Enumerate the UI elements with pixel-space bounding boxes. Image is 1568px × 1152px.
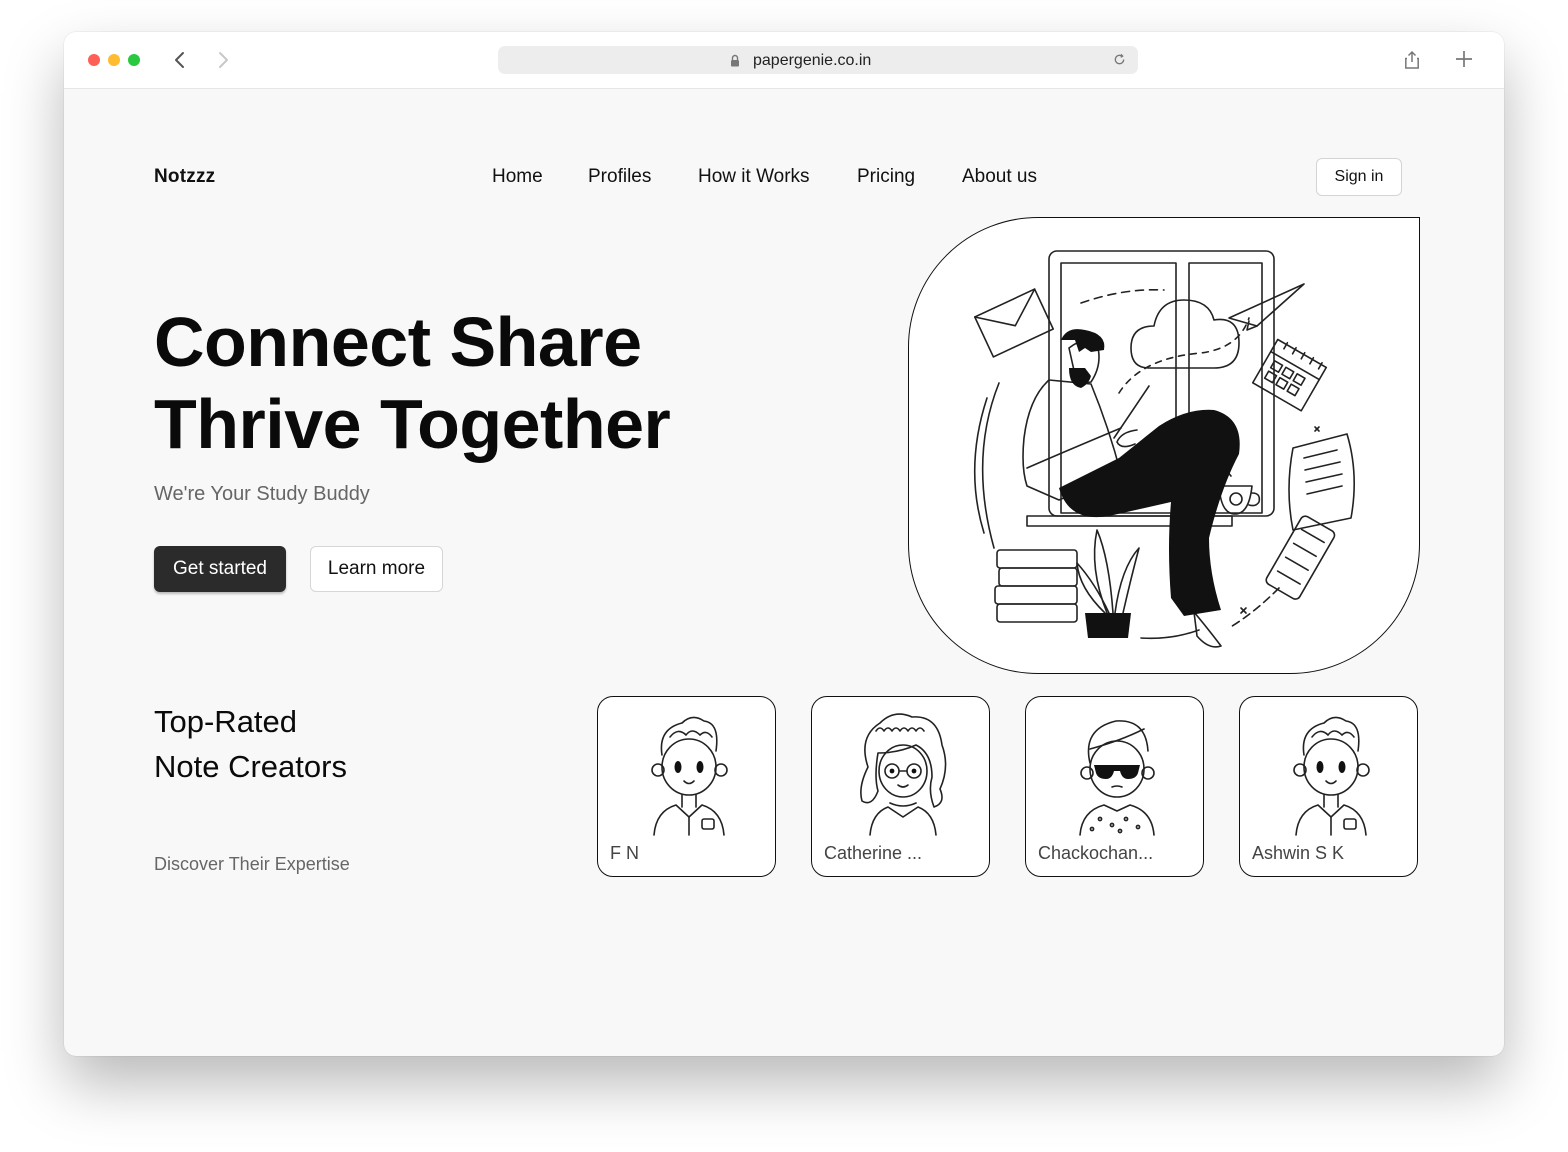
forward-button[interactable] <box>211 48 235 72</box>
creators-title-line-1: Top-Rated <box>154 704 298 739</box>
creator-card[interactable]: F N <box>597 696 776 877</box>
chevron-left-icon <box>175 52 184 68</box>
creator-card[interactable]: Ashwin S K <box>1239 696 1418 877</box>
new-tab-icon[interactable] <box>1455 50 1473 68</box>
nav-link-about-us[interactable]: About us <box>962 166 1037 188</box>
creator-card[interactable]: Chackochan... <box>1025 696 1204 877</box>
page-content: Notzzz Home Profiles How it Works Pricin… <box>64 89 1504 1056</box>
minimize-window-button[interactable] <box>108 54 120 66</box>
sunglasses-avatar-icon <box>1079 720 1155 836</box>
get-started-button[interactable]: Get started <box>154 546 286 592</box>
chevron-right-icon <box>219 52 228 68</box>
hero-subtitle: We're Your Study Buddy <box>154 483 370 505</box>
browser-window: papergenie.co.in Notzzz Home Profiles Ho… <box>64 32 1504 1056</box>
hero-title-line-1: Connect Share <box>154 303 642 381</box>
hero-title: Connect Share Thrive Together <box>154 301 671 465</box>
person-at-window-illustration <box>973 250 1355 648</box>
nav-link-profiles[interactable]: Profiles <box>588 166 651 188</box>
maximize-window-button[interactable] <box>128 54 140 66</box>
creator-name: Chackochan... <box>1038 843 1154 863</box>
browser-toolbar: papergenie.co.in <box>64 32 1504 89</box>
creators-subtitle: Discover Their Expertise <box>154 854 350 874</box>
nav-link-pricing[interactable]: Pricing <box>857 166 915 188</box>
reload-icon[interactable] <box>1113 53 1126 66</box>
sign-in-button[interactable]: Sign in <box>1316 158 1402 196</box>
lock-icon <box>731 54 739 67</box>
curly-hair-glasses-avatar-icon <box>860 713 947 836</box>
hero-illustration <box>908 217 1420 674</box>
boy-avatar-icon <box>651 716 728 836</box>
creator-card[interactable]: Catherine ... <box>811 696 990 877</box>
brand-logo[interactable]: Notzzz <box>154 166 215 188</box>
nav-link-how-it-works[interactable]: How it Works <box>698 166 810 188</box>
creator-name: F N <box>610 843 639 863</box>
url-text: papergenie.co.in <box>753 52 872 69</box>
back-button[interactable] <box>168 48 192 72</box>
share-icon[interactable] <box>1404 50 1420 70</box>
creator-name: Ashwin S K <box>1252 843 1345 863</box>
hero-title-line-2: Thrive Together <box>154 385 671 463</box>
creators-title: Top-Rated Note Creators <box>154 699 347 789</box>
address-bar[interactable]: papergenie.co.in <box>498 46 1138 74</box>
learn-more-button[interactable]: Learn more <box>310 546 443 592</box>
creator-name: Catherine ... <box>824 843 923 863</box>
boy-avatar-icon <box>1293 716 1370 836</box>
nav-link-home[interactable]: Home <box>492 166 543 188</box>
close-window-button[interactable] <box>88 54 100 66</box>
creators-title-line-2: Note Creators <box>154 749 347 784</box>
